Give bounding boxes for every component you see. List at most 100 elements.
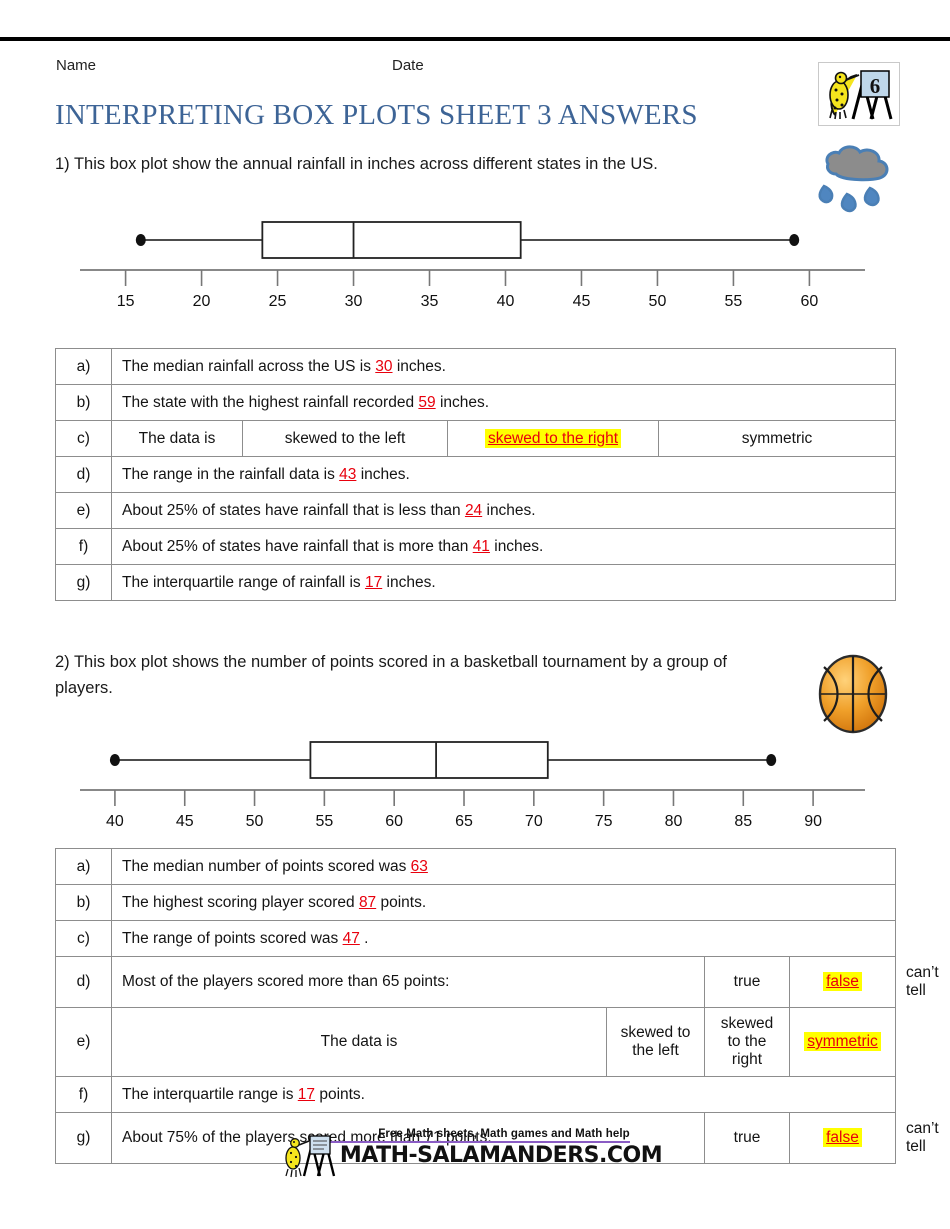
table-row: f) The interquartile range is 17 points.: [55, 1076, 896, 1113]
axis-tick-label: 20: [193, 293, 211, 310]
option-cell[interactable]: symmetric: [789, 1007, 896, 1077]
axis-tick-label: 45: [176, 813, 194, 830]
table-row: b) The state with the highest rainfall re…: [55, 384, 897, 421]
table-row: f) About 25% of states have rainfall that…: [55, 528, 897, 565]
row-label: b): [55, 884, 112, 921]
worksheet-page: Name Date 6 INTERPRETING BOX PLOTS SHEET…: [0, 0, 950, 1229]
option-cell[interactable]: skewed to the left: [242, 420, 448, 457]
filled-answer: 87: [358, 893, 377, 911]
axis-tick-label: 55: [725, 293, 743, 310]
option-cell[interactable]: symmetric: [657, 420, 897, 457]
basketball-icon: [812, 653, 894, 735]
answer-statement: The highest scoring player scored 87 poi…: [111, 884, 896, 921]
filled-answer: 47: [342, 929, 360, 947]
row-label: c): [55, 420, 112, 457]
question-stem: The data is: [111, 420, 243, 457]
table-row: a) The median rainfall across the US is 3…: [55, 348, 897, 385]
table-row: e) About 25% of states have rainfall that…: [55, 492, 897, 529]
axis-tick-label: 75: [595, 813, 613, 830]
footer: Free Math sheets, Math games and Math he…: [0, 1124, 950, 1178]
boxplot-basketball: 40 45 50 55 60 65 70 75 80 85 90: [80, 741, 865, 830]
footer-salamander-icon: [282, 1132, 338, 1178]
rain-cloud-icon: [806, 142, 904, 218]
axis-tick-label: 50: [246, 813, 264, 830]
logo-level-number: 6: [870, 74, 881, 98]
axis-tick-label: 35: [421, 293, 439, 310]
table-row: d) The range in the rainfall data is 43 i…: [55, 456, 897, 493]
filled-answer: 17: [297, 1085, 316, 1103]
answer-statement: The state with the highest rainfall reco…: [110, 384, 897, 421]
table-row: b) The highest scoring player scored 87 p…: [55, 884, 896, 921]
table-row: g) The interquartile range of rainfall is…: [55, 564, 897, 601]
row-label: f): [55, 1076, 112, 1113]
axis-tick-label: 80: [665, 813, 683, 830]
filled-answer: 41: [472, 537, 490, 555]
axis-tick-label: 25: [269, 293, 287, 310]
question-1-prompt: 1) This box plot show the annual rainfal…: [55, 155, 658, 173]
axis-tick-label: 30: [345, 293, 363, 310]
option-cell[interactable]: skewed to the left: [606, 1007, 705, 1077]
row-label: c): [55, 920, 112, 957]
row-label: e): [55, 492, 112, 529]
footer-tagline: Free Math sheets, Math games and Math he…: [320, 1128, 630, 1143]
filled-answer: 30: [375, 357, 393, 375]
option-cell[interactable]: true: [704, 956, 790, 1008]
axis-tick-label: 55: [315, 813, 333, 830]
selected-answer-highlight: symmetric: [804, 1032, 881, 1051]
row-label: b): [55, 384, 112, 421]
option-cell[interactable]: false: [789, 956, 896, 1008]
axis-tick-label: 65: [455, 813, 473, 830]
question-stem: Most of the players scored more than 65 …: [111, 956, 705, 1008]
answer-statement: The median number of points scored was 6…: [111, 848, 896, 885]
answer-statement: The range of points scored was 47 .: [111, 920, 896, 957]
filled-answer: 63: [410, 857, 428, 875]
row-label: d): [55, 956, 112, 1008]
table-row: a) The median number of points scored was…: [55, 848, 896, 885]
axis-tick-label: 45: [573, 293, 591, 310]
name-label: Name: [56, 57, 97, 74]
math-salamanders-level-logo: 6: [818, 62, 900, 126]
row-label: a): [55, 348, 112, 385]
filled-answer: 43: [339, 465, 357, 483]
axis-tick-label: 50: [649, 293, 667, 310]
row-label: d): [55, 456, 112, 493]
header-divider: [0, 37, 950, 41]
axis-tick-label: 60: [801, 293, 819, 310]
row-label: e): [55, 1007, 112, 1077]
row-label: g): [55, 564, 112, 601]
question-2-prompt: 2) This box plot shows the number of poi…: [55, 653, 727, 697]
boxplot-rainfall: 15 20 25 30 35 40 45 50 55 60: [80, 221, 865, 310]
table-row: e) The data is skewed to the left skewed to…: [55, 1007, 896, 1077]
selected-answer-highlight: skewed to the right: [484, 428, 622, 448]
row-label: f): [55, 528, 112, 565]
date-label: Date: [392, 57, 424, 74]
answer-statement: About 25% of states have rainfall that i…: [110, 492, 897, 529]
page-title: INTERPRETING BOX PLOTS SHEET 3 ANSWERS: [55, 99, 698, 131]
axis-tick-label: 85: [734, 813, 752, 830]
option-cell[interactable]: skewed to the right: [704, 1007, 790, 1077]
filled-answer: 24: [464, 501, 483, 519]
row-label: a): [55, 848, 112, 885]
answers-table-rainfall: a) The median rainfall across the US is 3…: [55, 348, 897, 601]
filled-answer: 17: [364, 573, 383, 591]
selected-answer-highlight: false: [823, 972, 862, 991]
option-cell[interactable]: skewed to the right: [447, 420, 659, 457]
table-row: c) The range of points scored was 47 .: [55, 920, 896, 957]
filled-answer: 59: [418, 393, 436, 411]
table-row: d) Most of the players scored more than 6…: [55, 956, 939, 1008]
axis-tick-label: 40: [497, 293, 515, 310]
footer-domain[interactable]: MATH-SALAMANDERS.COM: [288, 1143, 663, 1168]
axis-tick-label: 90: [804, 813, 822, 830]
question-stem: The data is: [111, 1007, 607, 1077]
answers-table-basketball: a) The median number of points scored was…: [55, 848, 939, 1164]
answer-statement: About 25% of states have rainfall that i…: [110, 528, 897, 565]
axis-tick-label: 60: [385, 813, 403, 830]
salamander-easel-icon: 6: [819, 63, 897, 123]
answer-statement: The median rainfall across the US is 30 …: [110, 348, 897, 385]
axis-tick-label: 70: [525, 813, 543, 830]
answer-statement: The interquartile range of rainfall is 1…: [110, 564, 897, 601]
axis-tick-label: 40: [106, 813, 124, 830]
answer-statement: The range in the rainfall data is 43 inc…: [110, 456, 897, 493]
axis-tick-label: 15: [117, 293, 135, 310]
answer-statement: The interquartile range is 17 points.: [111, 1076, 896, 1113]
